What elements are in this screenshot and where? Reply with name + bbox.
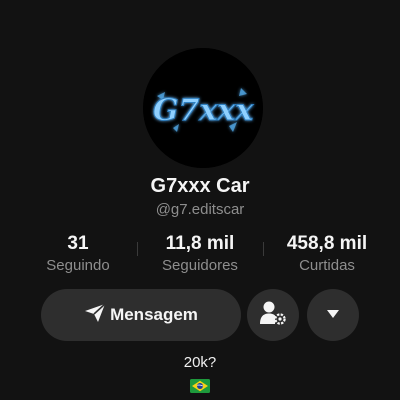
stat-following[interactable]: 31 Seguindo [36,232,120,276]
caret-down-icon [326,306,340,324]
more-options-button[interactable] [307,289,359,341]
followers-count: 11,8 mil [165,233,235,254]
stat-followers[interactable]: 11,8 mil Seguidores [150,232,250,276]
person-settings-icon [259,300,287,331]
display-name: G7xxx Car [150,175,250,197]
profile-page: G7xxx G7xxx Car @g7.editscar 31 Seguindo… [0,0,400,400]
avatar-logo-image: G7xxx [143,48,263,168]
avatar-logo-text: G7xxx [153,93,254,128]
following-count: 31 [67,233,89,254]
send-icon [84,302,106,328]
username-handle: @g7.editscar [155,201,245,218]
stat-divider [137,242,138,256]
message-button-label: Mensagem [110,305,198,324]
followers-label: Seguidores [162,257,238,274]
likes-label: Curtidas [299,257,355,274]
likes-count: 458,8 mil [286,233,368,254]
profile-avatar[interactable]: G7xxx [143,48,263,168]
suggested-accounts-button[interactable] [247,289,299,341]
stat-divider [263,242,264,256]
profile-bio: 20k? [183,354,217,371]
brazil-flag-icon [190,379,210,393]
stat-likes[interactable]: 458,8 mil Curtidas [276,232,378,276]
following-label: Seguindo [46,257,110,274]
message-button[interactable]: Mensagem [41,289,241,341]
